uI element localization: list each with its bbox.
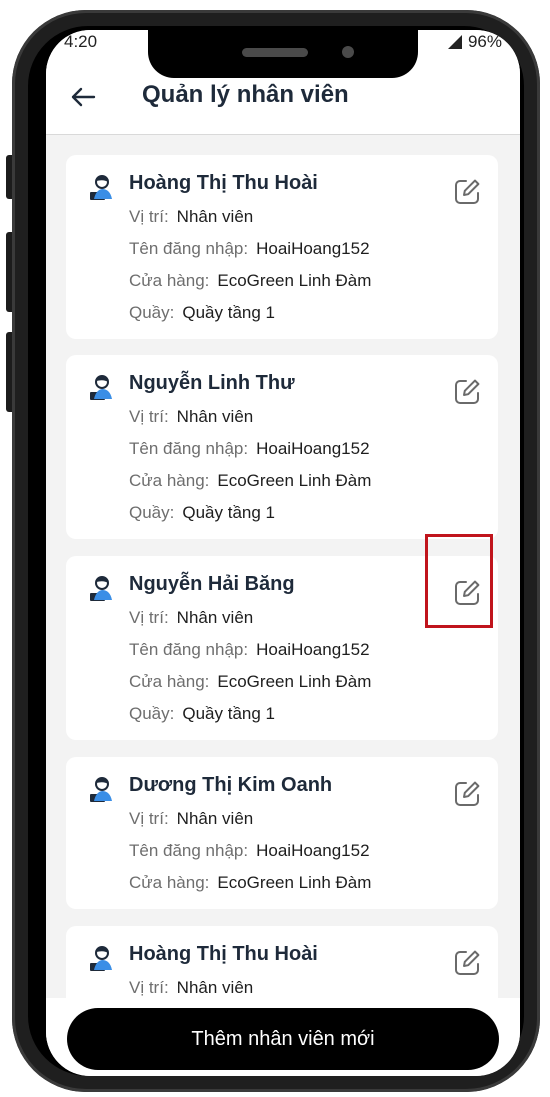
counter-value: Quầy tầng 1 xyxy=(182,303,275,322)
back-arrow-icon[interactable] xyxy=(68,82,98,112)
battery-level: 96% xyxy=(467,32,502,51)
employee-card: Nguyễn Linh Thư Vị trí: Nhân viên Tên đăn… xyxy=(66,355,498,539)
username-value: HoaiHoang152 xyxy=(256,439,370,458)
store-row: Cửa hàng: EcoGreen Linh Đàm xyxy=(129,271,371,291)
employee-name: Nguyễn Linh Thư xyxy=(129,372,295,394)
store-row: Cửa hàng: EcoGreen Linh Đàm xyxy=(129,873,371,893)
employee-name: Dương Thị Kim Oanh xyxy=(129,774,333,796)
position-row: Vị trí: Nhân viên xyxy=(129,207,253,227)
employee-card: Hoàng Thị Thu Hoài Vị trí: Nhân viên Tên … xyxy=(66,155,498,339)
position-value: Nhân viên xyxy=(176,207,254,226)
username-label: Tên đăng nhập: xyxy=(129,640,249,659)
counter-row: Quầy: Quầy tầng 1 xyxy=(129,704,275,724)
speaker-grille xyxy=(242,48,308,57)
employee-avatar-icon xyxy=(90,946,112,971)
counter-row: Quầy: Quầy tầng 1 xyxy=(129,503,275,523)
username-row: Tên đăng nhập: HoaiHoang152 xyxy=(129,841,370,861)
store-value: EcoGreen Linh Đàm xyxy=(217,471,372,490)
position-value: Nhân viên xyxy=(176,608,254,627)
position-label: Vị trí: xyxy=(129,407,169,426)
edit-icon[interactable] xyxy=(452,377,482,407)
username-row: Tên đăng nhập: HoaiHoang152 xyxy=(129,439,370,459)
store-row: Cửa hàng: EcoGreen Linh Đàm xyxy=(129,471,371,491)
store-label: Cửa hàng: xyxy=(129,873,210,892)
add-employee-button[interactable]: Thêm nhân viên mới xyxy=(67,1008,499,1070)
counter-label: Quầy: xyxy=(129,503,175,522)
username-label: Tên đăng nhập: xyxy=(129,841,249,860)
store-value: EcoGreen Linh Đàm xyxy=(217,672,372,691)
store-label: Cửa hàng: xyxy=(129,672,210,691)
position-value: Nhân viên xyxy=(176,407,254,426)
counter-label: Quầy: xyxy=(129,704,175,723)
employee-name: Hoàng Thị Thu Hoài xyxy=(129,943,318,965)
page-title: Quản lý nhân viên xyxy=(142,81,349,108)
username-row: Tên đăng nhập: HoaiHoang152 xyxy=(129,239,370,259)
employee-avatar-icon xyxy=(90,175,112,200)
username-value: HoaiHoang152 xyxy=(256,640,370,659)
highlight-box xyxy=(425,534,493,628)
bottom-action-bar: Thêm nhân viên mới xyxy=(46,998,520,1076)
store-row: Cửa hàng: EcoGreen Linh Đàm xyxy=(129,672,371,692)
position-row: Vị trí: Nhân viên xyxy=(129,407,253,427)
position-label: Vị trí: xyxy=(129,809,169,828)
employee-avatar-icon xyxy=(90,777,112,802)
username-label: Tên đăng nhập: xyxy=(129,239,249,258)
username-value: HoaiHoang152 xyxy=(256,239,370,258)
counter-value: Quầy tầng 1 xyxy=(182,704,275,723)
employee-name: Hoàng Thị Thu Hoài xyxy=(129,172,318,194)
position-row: Vị trí: Nhân viên xyxy=(129,809,253,829)
position-label: Vị trí: xyxy=(129,608,169,627)
counter-row: Quầy: Quầy tầng 1 xyxy=(129,303,275,323)
status-indicators: 96% xyxy=(447,32,502,52)
username-label: Tên đăng nhập: xyxy=(129,439,249,458)
edit-icon[interactable] xyxy=(452,177,482,207)
position-value: Nhân viên xyxy=(176,978,254,997)
store-value: EcoGreen Linh Đàm xyxy=(217,271,372,290)
username-value: HoaiHoang152 xyxy=(256,841,370,860)
employee-card: Dương Thị Kim Oanh Vị trí: Nhân viên Tên … xyxy=(66,757,498,909)
store-value: EcoGreen Linh Đàm xyxy=(217,873,372,892)
edit-icon[interactable] xyxy=(452,779,482,809)
position-label: Vị trí: xyxy=(129,978,169,997)
employee-avatar-icon xyxy=(90,375,112,400)
signal-icon xyxy=(447,35,462,49)
employee-avatar-icon xyxy=(90,576,112,601)
position-row: Vị trí: Nhân viên xyxy=(129,978,253,998)
edit-icon[interactable] xyxy=(452,948,482,978)
store-label: Cửa hàng: xyxy=(129,471,210,490)
device-notch xyxy=(148,30,418,78)
store-label: Cửa hàng: xyxy=(129,271,210,290)
position-value: Nhân viên xyxy=(176,809,254,828)
employee-name: Nguyễn Hải Băng xyxy=(129,573,295,595)
username-row: Tên đăng nhập: HoaiHoang152 xyxy=(129,640,370,660)
position-row: Vị trí: Nhân viên xyxy=(129,608,253,628)
counter-label: Quầy: xyxy=(129,303,175,322)
status-time: 4:20 xyxy=(64,32,98,51)
counter-value: Quầy tầng 1 xyxy=(182,503,275,522)
position-label: Vị trí: xyxy=(129,207,169,226)
front-camera xyxy=(342,46,354,58)
